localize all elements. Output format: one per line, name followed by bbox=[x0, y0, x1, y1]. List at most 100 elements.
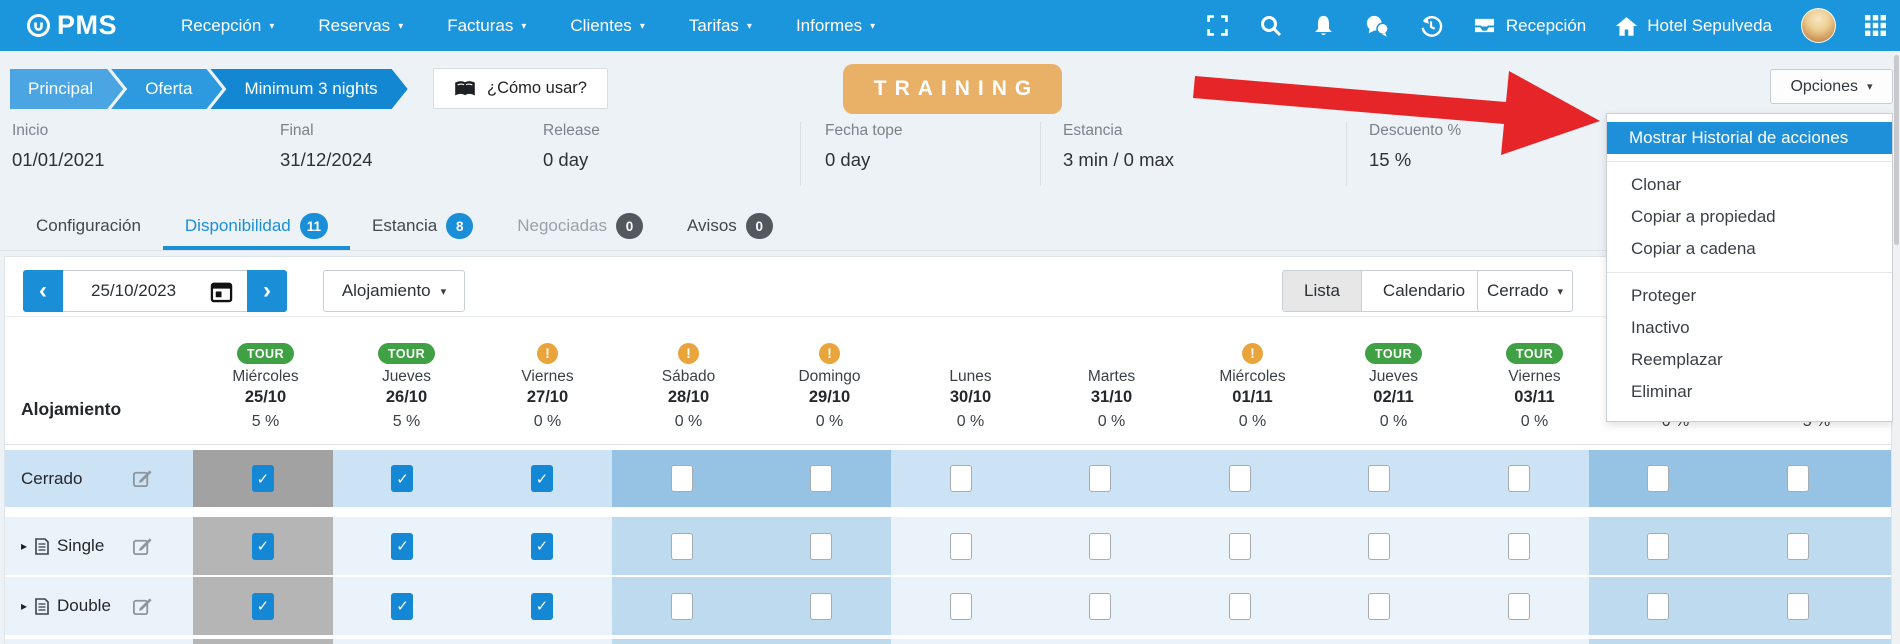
vertical-scrollbar[interactable] bbox=[1893, 51, 1900, 644]
availability-checkbox[interactable] bbox=[671, 465, 693, 492]
availability-checkbox[interactable]: ✓ bbox=[252, 465, 274, 492]
availability-checkbox[interactable]: ✓ bbox=[531, 593, 553, 620]
day-name: Lunes bbox=[949, 368, 991, 386]
availability-checkbox[interactable] bbox=[1787, 465, 1809, 492]
navbar-menu-label: Facturas bbox=[447, 16, 513, 36]
availability-checkbox[interactable] bbox=[1647, 593, 1669, 620]
availability-checkbox[interactable] bbox=[671, 533, 693, 560]
availability-checkbox[interactable] bbox=[1089, 533, 1111, 560]
menu-item-reemplazar[interactable]: Reemplazar bbox=[1607, 344, 1892, 376]
edit-icon[interactable] bbox=[132, 536, 153, 557]
availability-checkbox[interactable] bbox=[1229, 465, 1251, 492]
availability-checkbox[interactable] bbox=[1229, 593, 1251, 620]
availability-checkbox[interactable]: ✓ bbox=[531, 533, 553, 560]
navbar-menu-facturas[interactable]: Facturas ▾ bbox=[447, 16, 526, 36]
table-cell bbox=[1728, 639, 1868, 644]
availability-checkbox[interactable] bbox=[1647, 533, 1669, 560]
history-icon[interactable] bbox=[1419, 14, 1443, 38]
availability-checkbox[interactable] bbox=[671, 593, 693, 620]
availability-checkbox[interactable]: ✓ bbox=[391, 465, 413, 492]
availability-checkbox[interactable] bbox=[950, 533, 972, 560]
next-date-button[interactable]: › bbox=[247, 270, 287, 312]
availability-checkbox[interactable]: ✓ bbox=[391, 533, 413, 560]
table-cell bbox=[891, 639, 1031, 644]
availability-checkbox[interactable]: ✓ bbox=[391, 593, 413, 620]
menu-item-copiar-a-cadena[interactable]: Copiar a cadena bbox=[1607, 233, 1892, 265]
menu-item-inactivo[interactable]: Inactivo bbox=[1607, 312, 1892, 344]
accommodation-filter-button[interactable]: Alojamiento ▾ bbox=[323, 270, 465, 312]
availability-checkbox[interactable] bbox=[1089, 465, 1111, 492]
tab-estancia[interactable]: Estancia 8 bbox=[350, 206, 495, 250]
edit-icon[interactable] bbox=[132, 468, 153, 489]
availability-checkbox[interactable] bbox=[1647, 465, 1669, 492]
state-filter-button[interactable]: Cerrado ▾ bbox=[1477, 270, 1573, 312]
navbar-menu-clientes[interactable]: Clientes ▾ bbox=[570, 16, 644, 36]
fullscreen-icon[interactable] bbox=[1205, 13, 1230, 38]
table-cell-filler bbox=[1868, 517, 1892, 575]
caret-right-icon[interactable]: ▸ bbox=[21, 599, 27, 613]
notifications-bell-icon[interactable] bbox=[1312, 14, 1335, 38]
availability-checkbox[interactable] bbox=[810, 465, 832, 492]
view-button-lista[interactable]: Lista bbox=[1282, 270, 1362, 312]
tab-negociadas[interactable]: Negociadas 0 bbox=[495, 206, 665, 250]
scrollbar-thumb[interactable] bbox=[1894, 55, 1899, 245]
availability-checkbox[interactable] bbox=[1368, 465, 1390, 492]
menu-item-proteger[interactable]: Proteger bbox=[1607, 280, 1892, 312]
navbar-menu-informes[interactable]: Informes ▾ bbox=[796, 16, 875, 36]
availability-checkbox[interactable]: ✓ bbox=[252, 533, 274, 560]
availability-checkbox[interactable] bbox=[1787, 593, 1809, 620]
table-row-double: ▸ Double ✓ ✓ ✓ bbox=[5, 577, 1892, 635]
calendar-icon[interactable] bbox=[210, 280, 233, 308]
day-date: 31/10 bbox=[1091, 388, 1132, 407]
info-field-value: 01/01/2021 bbox=[12, 149, 105, 171]
navbar-menu-label: Reservas bbox=[318, 16, 390, 36]
availability-checkbox[interactable] bbox=[1508, 593, 1530, 620]
availability-checkbox[interactable] bbox=[1508, 533, 1530, 560]
tab-configuracion[interactable]: Configuración bbox=[14, 206, 163, 250]
availability-checkbox[interactable] bbox=[1368, 533, 1390, 560]
menu-item-mostrar-historial-de-acciones[interactable]: Mostrar Historial de acciones bbox=[1607, 122, 1892, 154]
search-icon[interactable] bbox=[1259, 14, 1283, 38]
day-column-header-26-10: TOUR Jueves 26/10 5 % bbox=[336, 337, 477, 444]
how-to-use-button[interactable]: ¿Cómo usar? bbox=[433, 68, 608, 109]
availability-checkbox[interactable] bbox=[810, 593, 832, 620]
navbar-menu-recepcion[interactable]: Recepción ▾ bbox=[181, 16, 274, 36]
tab-disponibilidad[interactable]: Disponibilidad 11 bbox=[163, 206, 350, 250]
availability-checkbox[interactable] bbox=[1508, 465, 1530, 492]
tab-avisos[interactable]: Avisos 0 bbox=[665, 206, 795, 250]
day-percent: 0 % bbox=[816, 413, 844, 431]
availability-checkbox[interactable] bbox=[1787, 533, 1809, 560]
availability-checkbox[interactable] bbox=[1229, 533, 1251, 560]
navbar-menu-label: Informes bbox=[796, 16, 862, 36]
availability-checkbox[interactable] bbox=[1089, 593, 1111, 620]
caret-right-icon[interactable]: ▸ bbox=[21, 539, 27, 553]
apps-grid-icon[interactable] bbox=[1865, 15, 1886, 36]
table-cell bbox=[1728, 450, 1868, 507]
edit-icon[interactable] bbox=[132, 596, 153, 617]
menu-item-copiar-a-propiedad[interactable]: Copiar a propiedad bbox=[1607, 201, 1892, 233]
availability-checkbox[interactable]: ✓ bbox=[252, 593, 274, 620]
navbar-menu-reservas[interactable]: Reservas ▾ bbox=[318, 16, 403, 36]
availability-checkbox[interactable] bbox=[1368, 593, 1390, 620]
prev-date-button[interactable]: ‹ bbox=[23, 270, 63, 312]
date-input[interactable] bbox=[63, 281, 193, 301]
hotel-link[interactable]: Hotel Sepulveda bbox=[1615, 15, 1772, 37]
reception-link[interactable]: Recepción bbox=[1472, 15, 1586, 36]
menu-item-eliminar[interactable]: Eliminar bbox=[1607, 376, 1892, 408]
availability-checkbox[interactable] bbox=[810, 533, 832, 560]
table-cell bbox=[1589, 639, 1729, 644]
chevron-left-icon: ‹ bbox=[39, 277, 47, 305]
menu-item-clonar[interactable]: Clonar bbox=[1607, 169, 1892, 201]
breadcrumb-item-oferta[interactable]: Oferta bbox=[111, 69, 222, 109]
navbar-menu-tarifas[interactable]: Tarifas ▾ bbox=[689, 16, 752, 36]
breadcrumb-item-principal[interactable]: Principal bbox=[10, 69, 123, 109]
availability-checkbox[interactable] bbox=[950, 593, 972, 620]
view-button-calendario[interactable]: Calendario bbox=[1362, 270, 1487, 312]
availability-checkbox[interactable]: ✓ bbox=[531, 465, 553, 492]
breadcrumb-item-minimum-3-nights[interactable]: Minimum 3 nights bbox=[210, 69, 407, 109]
avatar[interactable] bbox=[1801, 8, 1836, 43]
availability-checkbox[interactable] bbox=[950, 465, 972, 492]
options-button[interactable]: Opciones ▾ bbox=[1770, 69, 1893, 104]
pms-logo[interactable]: PMS bbox=[26, 10, 117, 41]
chat-icon[interactable] bbox=[1364, 14, 1390, 38]
